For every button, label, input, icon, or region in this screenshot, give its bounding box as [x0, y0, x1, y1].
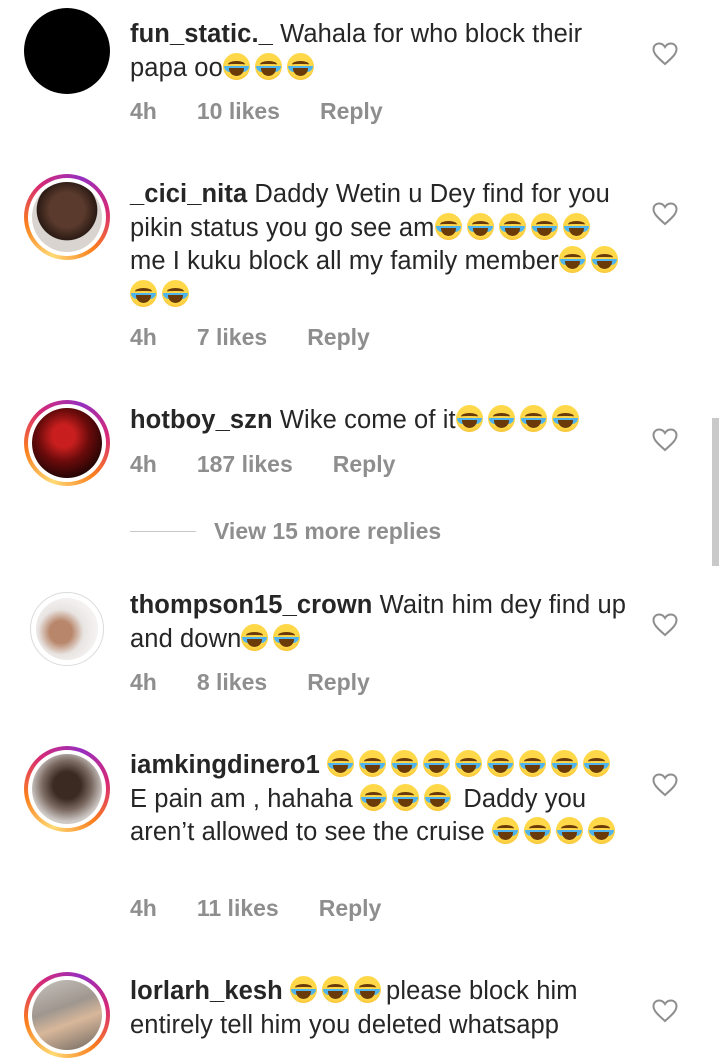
comment-text: lorlarh_kesh please block him entirely t… — [130, 975, 630, 1042]
laughing-emoji-icon — [530, 212, 558, 240]
avatar[interactable] — [24, 746, 110, 832]
laughing-emoji-icon — [551, 750, 579, 777]
avatar[interactable] — [24, 400, 110, 486]
laughing-emoji-icon — [466, 212, 494, 240]
heart-icon[interactable] — [652, 202, 678, 226]
view-more-label: View 15 more replies — [214, 518, 442, 544]
laughing-emoji-icon — [360, 783, 388, 811]
laughing-emoji-icon — [423, 750, 451, 777]
laughing-emoji-icon — [558, 246, 586, 273]
comment-meta: 4h 8 likes Reply — [130, 669, 410, 696]
comment-time: 4h — [130, 324, 157, 350]
heart-icon[interactable] — [652, 999, 678, 1023]
comment-username[interactable]: iamkingdinero1 — [130, 751, 320, 779]
laughing-emoji-icon — [354, 976, 382, 1003]
laughing-emoji-icon — [286, 52, 314, 80]
heart-icon[interactable] — [652, 42, 678, 66]
comment-likes[interactable]: 187 likes — [197, 451, 293, 478]
laughing-emoji-icon — [434, 212, 462, 240]
comment-body: me I kuku block all my family member — [130, 247, 559, 275]
laughing-emoji-icon — [241, 623, 269, 651]
avatar[interactable] — [24, 174, 110, 260]
avatar[interactable] — [30, 592, 104, 666]
comment-username[interactable]: fun_static._ — [130, 20, 273, 48]
comment-text: hotboy_szn Wike come of it — [130, 404, 630, 438]
laughing-emoji-icon — [327, 750, 355, 777]
laughing-emoji-icon — [322, 976, 350, 1003]
laughing-emoji-icon — [498, 212, 526, 240]
laughing-emoji-icon — [162, 279, 189, 307]
laughing-emoji-icon — [491, 817, 519, 844]
comment-meta: 4h 7 likes Reply — [130, 324, 410, 351]
comment-meta: 4h 10 likes Reply — [130, 98, 423, 125]
laughing-emoji-icon — [551, 405, 579, 432]
comment-username[interactable]: thompson15_crown — [130, 591, 372, 619]
heart-icon[interactable] — [652, 428, 678, 452]
comment-time: 4h — [130, 98, 157, 124]
reply-button[interactable]: Reply — [333, 451, 396, 478]
laughing-emoji-icon — [391, 750, 419, 777]
laughing-emoji-icon — [519, 405, 547, 432]
comment-username[interactable]: hotboy_szn — [130, 406, 273, 434]
heart-icon[interactable] — [652, 773, 678, 797]
comment-text: iamkingdinero1 E pain am , hahaha Daddy … — [130, 749, 630, 850]
laughing-emoji-icon — [222, 52, 250, 80]
comment-meta: 4h 187 likes Reply — [130, 451, 435, 478]
comment-username[interactable]: _cici_nita — [130, 180, 247, 208]
comment-meta: 4h 11 likes Reply — [130, 895, 421, 922]
laughing-emoji-icon — [392, 783, 420, 811]
comment-text: fun_static._ Wahala for who block their … — [130, 18, 630, 85]
reply-button[interactable]: Reply — [319, 895, 382, 922]
laughing-emoji-icon — [424, 783, 452, 811]
reply-button[interactable]: Reply — [307, 324, 370, 351]
laughing-emoji-icon — [273, 623, 301, 651]
comment-likes[interactable]: 11 likes — [197, 895, 279, 922]
laughing-emoji-icon — [290, 976, 318, 1003]
laughing-emoji-icon — [519, 750, 547, 777]
scrollbar[interactable] — [712, 418, 719, 566]
laughing-emoji-icon — [523, 817, 551, 844]
laughing-emoji-icon — [587, 817, 615, 844]
reply-button[interactable]: Reply — [307, 669, 370, 696]
comment-body: E pain am , hahaha — [130, 784, 353, 813]
laughing-emoji-icon — [590, 246, 618, 273]
heart-icon[interactable] — [652, 613, 678, 637]
avatar[interactable] — [24, 972, 110, 1058]
comment-username[interactable]: lorlarh_kesh — [130, 977, 283, 1005]
comment-text: _cici_nita Daddy Wetin u Dey find for yo… — [130, 178, 630, 312]
laughing-emoji-icon — [254, 52, 282, 80]
comment-likes[interactable]: 7 likes — [197, 324, 267, 351]
laughing-emoji-icon — [130, 279, 157, 307]
comments-list: fun_static._ Wahala for who block their … — [0, 0, 719, 1058]
laughing-emoji-icon — [487, 750, 515, 777]
comment-text: thompson15_crown Waitn him dey find up a… — [130, 589, 630, 656]
laughing-emoji-icon — [455, 405, 483, 432]
comment-time: 4h — [130, 895, 157, 921]
comment-likes[interactable]: 10 likes — [197, 98, 280, 125]
laughing-emoji-icon — [562, 212, 590, 240]
reply-button[interactable]: Reply — [320, 98, 383, 125]
avatar[interactable] — [24, 8, 110, 94]
comment-likes[interactable]: 8 likes — [197, 669, 267, 696]
view-more-replies-button[interactable]: View 15 more replies — [130, 518, 441, 545]
laughing-emoji-icon — [455, 750, 483, 777]
comment-time: 4h — [130, 669, 157, 695]
laughing-emoji-icon — [583, 750, 611, 777]
laughing-emoji-icon — [359, 750, 387, 777]
laughing-emoji-icon — [555, 817, 583, 844]
view-more-divider — [130, 531, 196, 532]
laughing-emoji-icon — [487, 405, 515, 432]
comment-time: 4h — [130, 451, 157, 477]
comment-body: Wike come of it — [279, 406, 456, 434]
